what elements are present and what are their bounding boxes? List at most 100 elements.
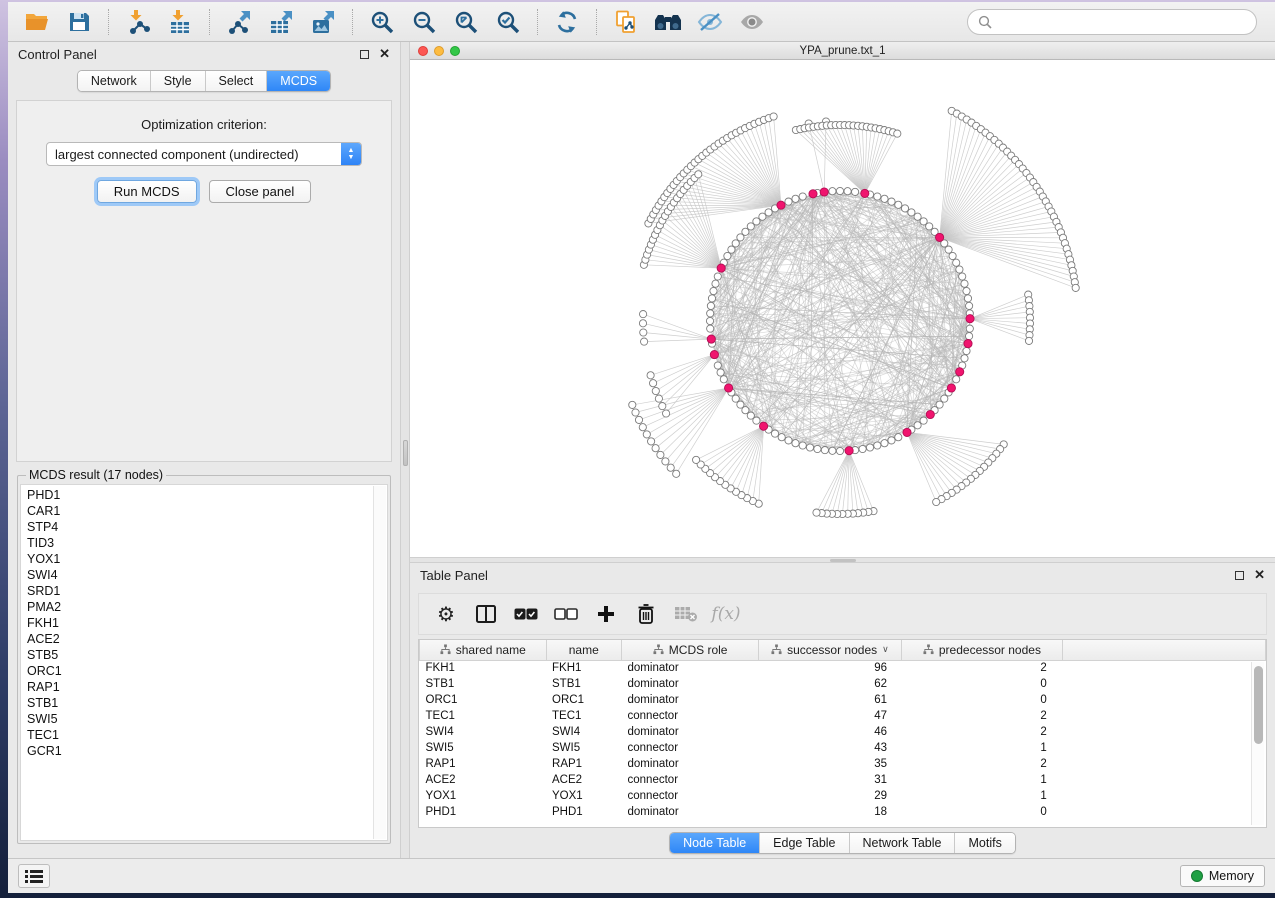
refresh-icon[interactable]: [548, 6, 586, 38]
scrollbar-thumb[interactable]: [1254, 666, 1263, 744]
mcds-result-item[interactable]: TEC1: [27, 727, 387, 743]
tab-motifs[interactable]: Motifs: [954, 833, 1014, 853]
mcds-list-scrollbar[interactable]: [373, 486, 386, 839]
mcds-result-item[interactable]: STB5: [27, 647, 387, 663]
delete-icon[interactable]: [631, 599, 661, 629]
tab-network[interactable]: Network: [78, 71, 150, 91]
search-input[interactable]: [998, 15, 1246, 29]
memory-status-icon: [1191, 870, 1203, 882]
mcds-result-item[interactable]: STB1: [27, 695, 387, 711]
status-bar: Memory: [8, 858, 1275, 893]
mcds-result-item[interactable]: STP4: [27, 519, 387, 535]
mcds-result-item[interactable]: SWI5: [27, 711, 387, 727]
columns-icon[interactable]: [471, 599, 501, 629]
table-row[interactable]: RAP1RAP1dominator352: [420, 756, 1266, 772]
deselect-all-icon[interactable]: [551, 599, 581, 629]
node-table[interactable]: shared namenameMCDS rolesuccessor nodes∨…: [418, 639, 1267, 828]
first-neighbors-icon[interactable]: [649, 6, 687, 38]
search-field[interactable]: [967, 9, 1257, 35]
mcds-result-item[interactable]: YOX1: [27, 551, 387, 567]
horizontal-splitter[interactable]: [410, 557, 1275, 563]
network-canvas[interactable]: [410, 60, 1275, 557]
table-row[interactable]: PHD1PHD1dominator180: [420, 804, 1266, 820]
memory-label: Memory: [1209, 869, 1254, 883]
mcds-result-item[interactable]: ACE2: [27, 631, 387, 647]
run-mcds-button[interactable]: Run MCDS: [97, 180, 197, 203]
table-scrollbar[interactable]: [1251, 662, 1264, 825]
table-row[interactable]: TEC1TEC1connector472: [420, 708, 1266, 724]
control-panel: Control Panel ✕ NetworkStyleSelectMCDS O…: [8, 42, 400, 858]
close-panel-icon[interactable]: ✕: [379, 46, 390, 62]
zoom-in-icon[interactable]: [363, 6, 401, 38]
float-panel-icon[interactable]: [1235, 571, 1244, 580]
export-network-icon[interactable]: [220, 6, 258, 38]
float-panel-icon[interactable]: [360, 50, 369, 59]
toolbar-separator: [108, 9, 109, 35]
mcds-panel: Optimization criterion: largest connecte…: [16, 100, 392, 462]
application-window: Control Panel ✕ NetworkStyleSelectMCDS O…: [8, 2, 1275, 893]
splitter-grip[interactable]: [403, 440, 408, 466]
hide-selected-icon[interactable]: [691, 6, 729, 38]
memory-button[interactable]: Memory: [1180, 865, 1265, 887]
control-panel-title: Control Panel: [18, 47, 97, 62]
tab-select[interactable]: Select: [205, 71, 267, 91]
shared-column-icon: [923, 644, 934, 655]
close-panel-icon[interactable]: ✕: [1254, 567, 1265, 583]
table-row[interactable]: SWI4SWI4dominator462: [420, 724, 1266, 740]
table-row[interactable]: STB1STB1dominator620: [420, 676, 1266, 692]
mcds-result-item[interactable]: GCR1: [27, 743, 387, 759]
select-all-icon[interactable]: [511, 599, 541, 629]
column-header-name[interactable]: name: [546, 640, 622, 660]
shared-column-icon: [771, 644, 782, 655]
mcds-result-item[interactable]: FKH1: [27, 615, 387, 631]
mcds-result-item[interactable]: CAR1: [27, 503, 387, 519]
table-toolbar: ⚙: [418, 593, 1267, 635]
table-row[interactable]: ACE2ACE2connector311: [420, 772, 1266, 788]
add-icon[interactable]: [591, 599, 621, 629]
mcds-result-item[interactable]: RAP1: [27, 679, 387, 695]
tab-edge-table[interactable]: Edge Table: [759, 833, 848, 853]
table-row[interactable]: YOX1YOX1connector291: [420, 788, 1266, 804]
save-icon[interactable]: [60, 6, 98, 38]
import-table-icon[interactable]: [161, 6, 199, 38]
table-row[interactable]: SWI5SWI5connector431: [420, 740, 1266, 756]
table-panel-title: Table Panel: [420, 568, 488, 583]
mcds-result-item[interactable]: TID3: [27, 535, 387, 551]
show-all-icon[interactable]: [733, 6, 771, 38]
tab-mcds[interactable]: MCDS: [266, 71, 330, 91]
zoom-selected-icon[interactable]: [489, 6, 527, 38]
column-header-MCDS-role[interactable]: MCDS role: [622, 640, 759, 660]
network-window-titlebar[interactable]: YPA_prune.txt_1: [410, 42, 1275, 60]
sort-desc-icon: ∨: [882, 644, 889, 655]
show-panels-button[interactable]: [18, 864, 50, 888]
import-network-icon[interactable]: [119, 6, 157, 38]
mcds-result-list[interactable]: PHD1CAR1STP4TID3YOX1SWI4SRD1PMA2FKH1ACE2…: [20, 484, 388, 841]
splitter-grip[interactable]: [830, 559, 856, 562]
copy-style-icon[interactable]: [607, 6, 645, 38]
mcds-result-item[interactable]: SRD1: [27, 583, 387, 599]
mcds-result-item[interactable]: PMA2: [27, 599, 387, 615]
column-header-shared-name[interactable]: shared name: [420, 640, 547, 660]
mcds-result-item[interactable]: PHD1: [27, 487, 387, 503]
function-builder-icon: f(x): [711, 599, 741, 629]
column-header-predecessor-nodes[interactable]: predecessor nodes: [901, 640, 1063, 660]
optimization-select[interactable]: largest connected component (undirected)…: [46, 142, 362, 166]
table-row[interactable]: ORC1ORC1dominator610: [420, 692, 1266, 708]
column-header-successor-nodes[interactable]: successor nodes∨: [759, 640, 901, 660]
close-panel-button[interactable]: Close panel: [209, 180, 312, 203]
vertical-splitter[interactable]: [400, 42, 410, 858]
open-folder-icon[interactable]: [18, 6, 56, 38]
mcds-result-item[interactable]: SWI4: [27, 567, 387, 583]
mcds-result-item[interactable]: ORC1: [27, 663, 387, 679]
zoom-out-icon[interactable]: [405, 6, 443, 38]
tab-network-table[interactable]: Network Table: [849, 833, 955, 853]
export-table-icon[interactable]: [262, 6, 300, 38]
tab-node-table[interactable]: Node Table: [670, 833, 759, 853]
mcds-result-group: MCDS result (17 nodes) PHD1CAR1STP4TID3Y…: [17, 468, 391, 844]
main-toolbar: [8, 2, 1275, 42]
gear-icon[interactable]: ⚙: [431, 599, 461, 629]
zoom-fit-icon[interactable]: [447, 6, 485, 38]
table-row[interactable]: FKH1FKH1dominator962: [420, 660, 1266, 676]
export-image-icon[interactable]: [304, 6, 342, 38]
tab-style[interactable]: Style: [150, 71, 205, 91]
